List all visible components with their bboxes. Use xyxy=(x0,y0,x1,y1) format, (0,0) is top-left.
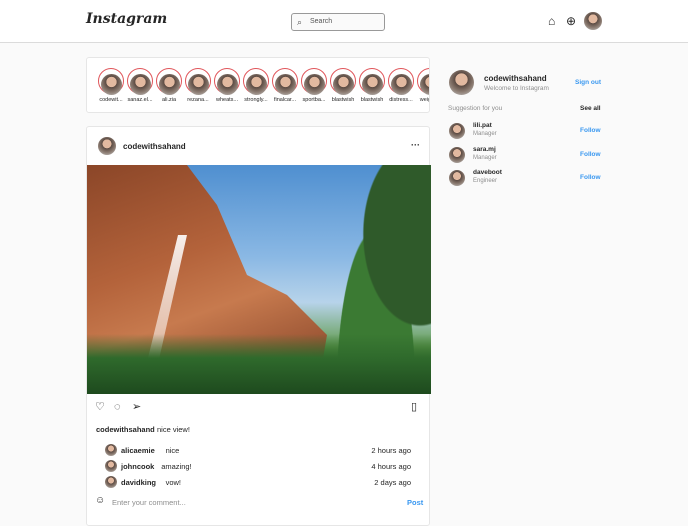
home-icon[interactable]: ⌂ xyxy=(548,14,555,28)
story-username: finalcar... xyxy=(273,97,296,103)
stories-bar: codewit... sanaz.el... ali.zia rezana... whe… xyxy=(86,57,430,113)
suggested-user-avatar[interactable] xyxy=(449,123,465,139)
story-username: blastwish xyxy=(331,97,355,103)
story-avatar xyxy=(158,73,180,95)
comment-text: vow! xyxy=(165,478,182,487)
suggested-username[interactable]: lili.pat xyxy=(473,122,492,129)
story-item[interactable]: rezana... xyxy=(183,68,213,103)
suggested-username[interactable]: sara.mj xyxy=(473,146,496,153)
bookmark-icon[interactable]: ▯ xyxy=(411,402,417,413)
story-item[interactable]: distress... xyxy=(386,68,416,103)
suggestion-title: Suggestion for you xyxy=(448,105,503,112)
story-item[interactable]: codewit... xyxy=(96,68,126,103)
story-item[interactable]: ali.zia xyxy=(154,68,184,103)
search-icon: ⌕ xyxy=(297,17,303,27)
story-avatar xyxy=(274,73,296,95)
story-username: sportba... xyxy=(302,97,326,103)
story-item[interactable]: strongly... xyxy=(241,68,271,103)
search-input[interactable]: ⌕ Search xyxy=(291,13,385,31)
story-avatar xyxy=(245,73,267,95)
story-username: sanaz.el... xyxy=(127,97,153,103)
story-avatar xyxy=(361,73,383,95)
post-image xyxy=(87,165,431,394)
welcome-text: Welcome to Instagram xyxy=(484,85,549,92)
story-item[interactable]: wheats... xyxy=(212,68,242,103)
story-username: strongly... xyxy=(244,97,268,103)
share-icon[interactable]: ➢ xyxy=(132,402,141,413)
story-username: blastwish xyxy=(360,97,384,103)
commenter-avatar[interactable] xyxy=(105,476,117,488)
post-author-username[interactable]: codewithsahand xyxy=(123,142,186,151)
post-comment-button[interactable]: Post xyxy=(407,498,423,507)
story-username: weight... xyxy=(419,97,430,103)
follow-button[interactable]: Follow xyxy=(580,151,601,158)
suggested-user-avatar[interactable] xyxy=(449,146,465,163)
commenter-username[interactable]: davidking xyxy=(121,478,156,487)
story-avatar xyxy=(100,73,122,95)
suggested-user-role: Engineer xyxy=(473,178,498,184)
caption-text: nice view! xyxy=(157,425,190,434)
story-avatar xyxy=(216,73,238,95)
story-item[interactable]: sportba... xyxy=(299,68,329,103)
story-username: wheats... xyxy=(215,97,238,103)
current-username[interactable]: codewithsahand xyxy=(484,74,547,83)
follow-button[interactable]: Follow xyxy=(580,127,601,134)
story-avatar xyxy=(187,73,209,95)
comment-time: 2 hours ago xyxy=(371,446,411,455)
story-item[interactable]: sanaz.el... xyxy=(125,68,155,103)
caption-username[interactable]: codewithsahand xyxy=(96,425,155,434)
commenter-avatar[interactable] xyxy=(105,444,117,456)
top-navbar: Instagram ⌕ Search ⌂ ⊕ xyxy=(0,0,688,43)
comment-text: amazing! xyxy=(161,462,192,471)
current-user-avatar[interactable] xyxy=(449,70,474,95)
follow-button[interactable]: Follow xyxy=(580,174,601,181)
suggested-user-role: Manager xyxy=(473,131,497,137)
story-username: codewit... xyxy=(99,97,123,103)
suggested-user-role: Manager xyxy=(473,154,497,161)
story-item[interactable]: finalcar... xyxy=(270,68,300,103)
story-username: distress... xyxy=(389,97,413,103)
post-card: codewithsahand ··· ♡ ◌ ➢ ▯ codewithsahan… xyxy=(86,126,431,526)
sign-out-link[interactable]: Sign out xyxy=(575,79,601,86)
emoji-icon[interactable]: ☺ xyxy=(95,496,105,506)
suggested-user-avatar[interactable] xyxy=(449,170,465,186)
comment-icon[interactable]: ◌ xyxy=(114,402,121,413)
comment-time: 4 hours ago xyxy=(371,462,411,471)
more-options-icon[interactable]: ··· xyxy=(411,140,420,150)
story-avatar xyxy=(129,73,151,95)
like-icon[interactable]: ♡ xyxy=(95,402,105,413)
see-all-link[interactable]: See all xyxy=(580,105,601,112)
story-avatar xyxy=(390,73,412,95)
comment-text: nice xyxy=(165,446,180,455)
story-item[interactable]: blastwish xyxy=(328,68,358,103)
story-avatar xyxy=(303,73,325,95)
profile-avatar[interactable] xyxy=(584,12,602,30)
suggested-username[interactable]: daveboot xyxy=(473,169,502,176)
commenter-username[interactable]: johncook xyxy=(121,462,154,471)
story-item[interactable]: weight... xyxy=(415,68,430,103)
story-avatar xyxy=(419,73,429,95)
instagram-logo[interactable]: Instagram xyxy=(86,11,167,27)
commenter-avatar[interactable] xyxy=(105,460,117,472)
story-avatar xyxy=(332,73,354,95)
comment-input[interactable]: Enter your comment... xyxy=(112,498,186,507)
add-post-icon[interactable]: ⊕ xyxy=(566,14,576,28)
commenter-username[interactable]: alicaemie xyxy=(121,446,155,455)
story-item[interactable]: blastwish xyxy=(357,68,387,103)
comment-time: 2 days ago xyxy=(374,478,411,487)
story-username: rezana... xyxy=(187,97,209,103)
story-username: ali.zia xyxy=(161,97,177,103)
post-author-avatar[interactable] xyxy=(98,137,116,155)
